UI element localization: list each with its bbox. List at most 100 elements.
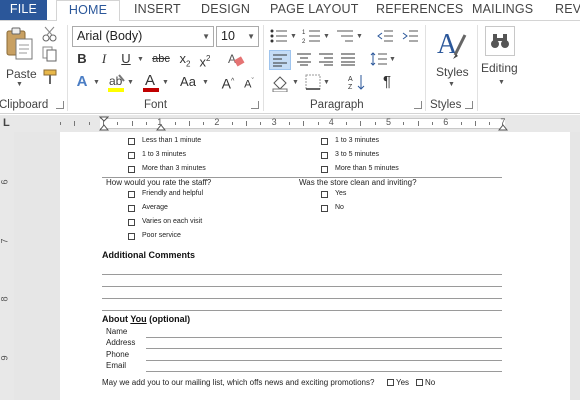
name-field-line[interactable] — [146, 337, 502, 338]
comment-line[interactable] — [102, 274, 502, 275]
checkbox[interactable] — [128, 191, 135, 198]
line-spacing-icon[interactable] — [370, 51, 388, 67]
bullets-dropdown-icon[interactable]: ▼ — [290, 33, 297, 40]
svg-text:A: A — [228, 52, 236, 66]
svg-text:2: 2 — [302, 39, 306, 44]
align-left-button[interactable] — [269, 50, 291, 70]
tab-selector-icon[interactable]: L — [3, 117, 10, 129]
vertical-ruler[interactable]: 6 7 8 9 — [0, 132, 14, 400]
font-launcher-icon[interactable] — [251, 101, 259, 109]
align-right-icon[interactable] — [318, 52, 334, 66]
vruler-number: 7 — [0, 238, 10, 244]
checkbox[interactable] — [321, 138, 328, 145]
styles-button[interactable]: A Styles ▼ — [430, 25, 472, 95]
multilevel-dropdown-icon[interactable]: ▼ — [356, 33, 363, 40]
paste-button[interactable]: Paste ▼ — [2, 25, 37, 88]
tab-review[interactable]: REVI — [555, 0, 580, 20]
shrink-font-button[interactable]: Aˇ — [240, 73, 258, 91]
increase-indent-icon[interactable] — [401, 28, 419, 44]
styles-launcher-icon[interactable] — [465, 101, 473, 109]
show-formatting-button[interactable]: ¶ — [378, 73, 396, 91]
tab-references[interactable]: REFERENCES — [376, 0, 463, 20]
sort-icon[interactable]: A Z — [348, 73, 366, 91]
about-you-suffix: (optional) — [146, 314, 191, 324]
hanging-indent-icon[interactable] — [156, 123, 166, 131]
tab-design[interactable]: DESIGN — [201, 0, 250, 20]
ribbon-home: Paste ▼ Clipboard Arial (Body) ▼ 10 ▼ B … — [0, 20, 580, 114]
font-color-dropdown-icon[interactable]: ▼ — [162, 79, 169, 86]
superscript-button[interactable]: x2 — [196, 50, 214, 69]
option-label: Varies on each visit — [142, 218, 203, 225]
underline-button[interactable]: U — [117, 50, 135, 68]
paragraph-launcher-icon[interactable] — [414, 101, 422, 109]
strikethrough-button[interactable]: abc — [150, 50, 172, 68]
tab-home[interactable]: HOME — [56, 0, 120, 21]
checkbox[interactable] — [128, 166, 135, 173]
phone-field-line[interactable] — [146, 360, 502, 361]
option-label: 1 to 3 minutes — [335, 137, 379, 144]
checkbox[interactable] — [128, 205, 135, 212]
checkbox[interactable] — [321, 205, 328, 212]
document-page[interactable]: Less than 1 minute 1 to 3 minutes More t… — [60, 132, 570, 400]
chevron-down-icon: ▼ — [202, 32, 210, 41]
numbering-icon[interactable]: 1 2 — [302, 28, 322, 44]
tab-page-layout[interactable]: PAGE LAYOUT — [270, 0, 359, 20]
italic-button[interactable]: I — [95, 50, 113, 68]
checkbox[interactable] — [128, 233, 135, 240]
text-effects-dropdown-icon[interactable]: ▼ — [93, 79, 100, 86]
cut-icon[interactable] — [42, 26, 58, 42]
underline-dropdown-icon[interactable]: ▼ — [137, 56, 144, 63]
tab-insert[interactable]: INSERT — [134, 0, 181, 20]
bullets-icon[interactable] — [269, 28, 289, 44]
decrease-indent-icon[interactable] — [376, 28, 394, 44]
tab-file[interactable]: FILE — [0, 0, 47, 20]
copy-icon[interactable] — [42, 46, 58, 62]
bold-button[interactable]: B — [73, 50, 91, 68]
mailing-no-checkbox[interactable] — [416, 379, 423, 386]
multilevel-list-icon[interactable] — [335, 28, 355, 44]
borders-dropdown-icon[interactable]: ▼ — [323, 79, 330, 86]
name-label: Name — [106, 327, 128, 336]
checkbox[interactable] — [128, 219, 135, 226]
numbering-dropdown-icon[interactable]: ▼ — [323, 33, 330, 40]
checkbox[interactable] — [321, 152, 328, 159]
right-indent-icon[interactable] — [498, 123, 508, 131]
font-name-combo[interactable]: Arial (Body) ▼ — [72, 26, 214, 47]
address-field-line[interactable] — [146, 348, 502, 349]
indent-marker-icon[interactable] — [99, 116, 109, 132]
comment-line[interactable] — [102, 310, 502, 311]
grow-font-button[interactable]: A^ — [219, 73, 237, 92]
styles-icon: A — [437, 29, 467, 60]
checkbox[interactable] — [321, 166, 328, 173]
clipboard-launcher-icon[interactable] — [56, 101, 64, 109]
ruler-number: 6 — [443, 117, 449, 127]
email-field-line[interactable] — [146, 371, 502, 372]
subscript-button[interactable]: x2 — [176, 50, 194, 69]
tab-mailings[interactable]: MAILINGS — [472, 0, 533, 20]
change-case-dropdown-icon[interactable]: ▼ — [202, 79, 209, 86]
horizontal-ruler[interactable]: L 1234567 — [0, 115, 580, 132]
clear-formatting-icon[interactable]: A — [227, 50, 245, 68]
separator — [477, 25, 478, 111]
font-size-combo[interactable]: 10 ▼ — [216, 26, 259, 47]
text-effects-button[interactable]: A — [73, 73, 91, 91]
align-center-icon[interactable] — [296, 52, 312, 66]
format-painter-icon[interactable] — [42, 69, 58, 85]
borders-icon[interactable] — [305, 74, 321, 90]
line-spacing-dropdown-icon[interactable]: ▼ — [389, 56, 396, 63]
change-case-button[interactable]: Aa — [175, 73, 201, 91]
justify-icon[interactable] — [340, 52, 356, 66]
checkbox[interactable] — [128, 138, 135, 145]
shading-icon[interactable] — [271, 74, 289, 92]
shading-dropdown-icon[interactable]: ▼ — [292, 79, 299, 86]
checkbox[interactable] — [128, 152, 135, 159]
editing-button[interactable]: Editing ▼ — [480, 25, 522, 95]
font-color-button[interactable]: A — [141, 72, 161, 93]
comment-line[interactable] — [102, 286, 502, 287]
ruler-tick — [346, 122, 348, 125]
highlight-dropdown-icon[interactable]: ▼ — [127, 79, 134, 86]
checkbox[interactable] — [321, 191, 328, 198]
highlight-color-button[interactable]: ab — [106, 73, 126, 93]
mailing-yes-checkbox[interactable] — [387, 379, 394, 386]
comment-line[interactable] — [102, 298, 502, 299]
